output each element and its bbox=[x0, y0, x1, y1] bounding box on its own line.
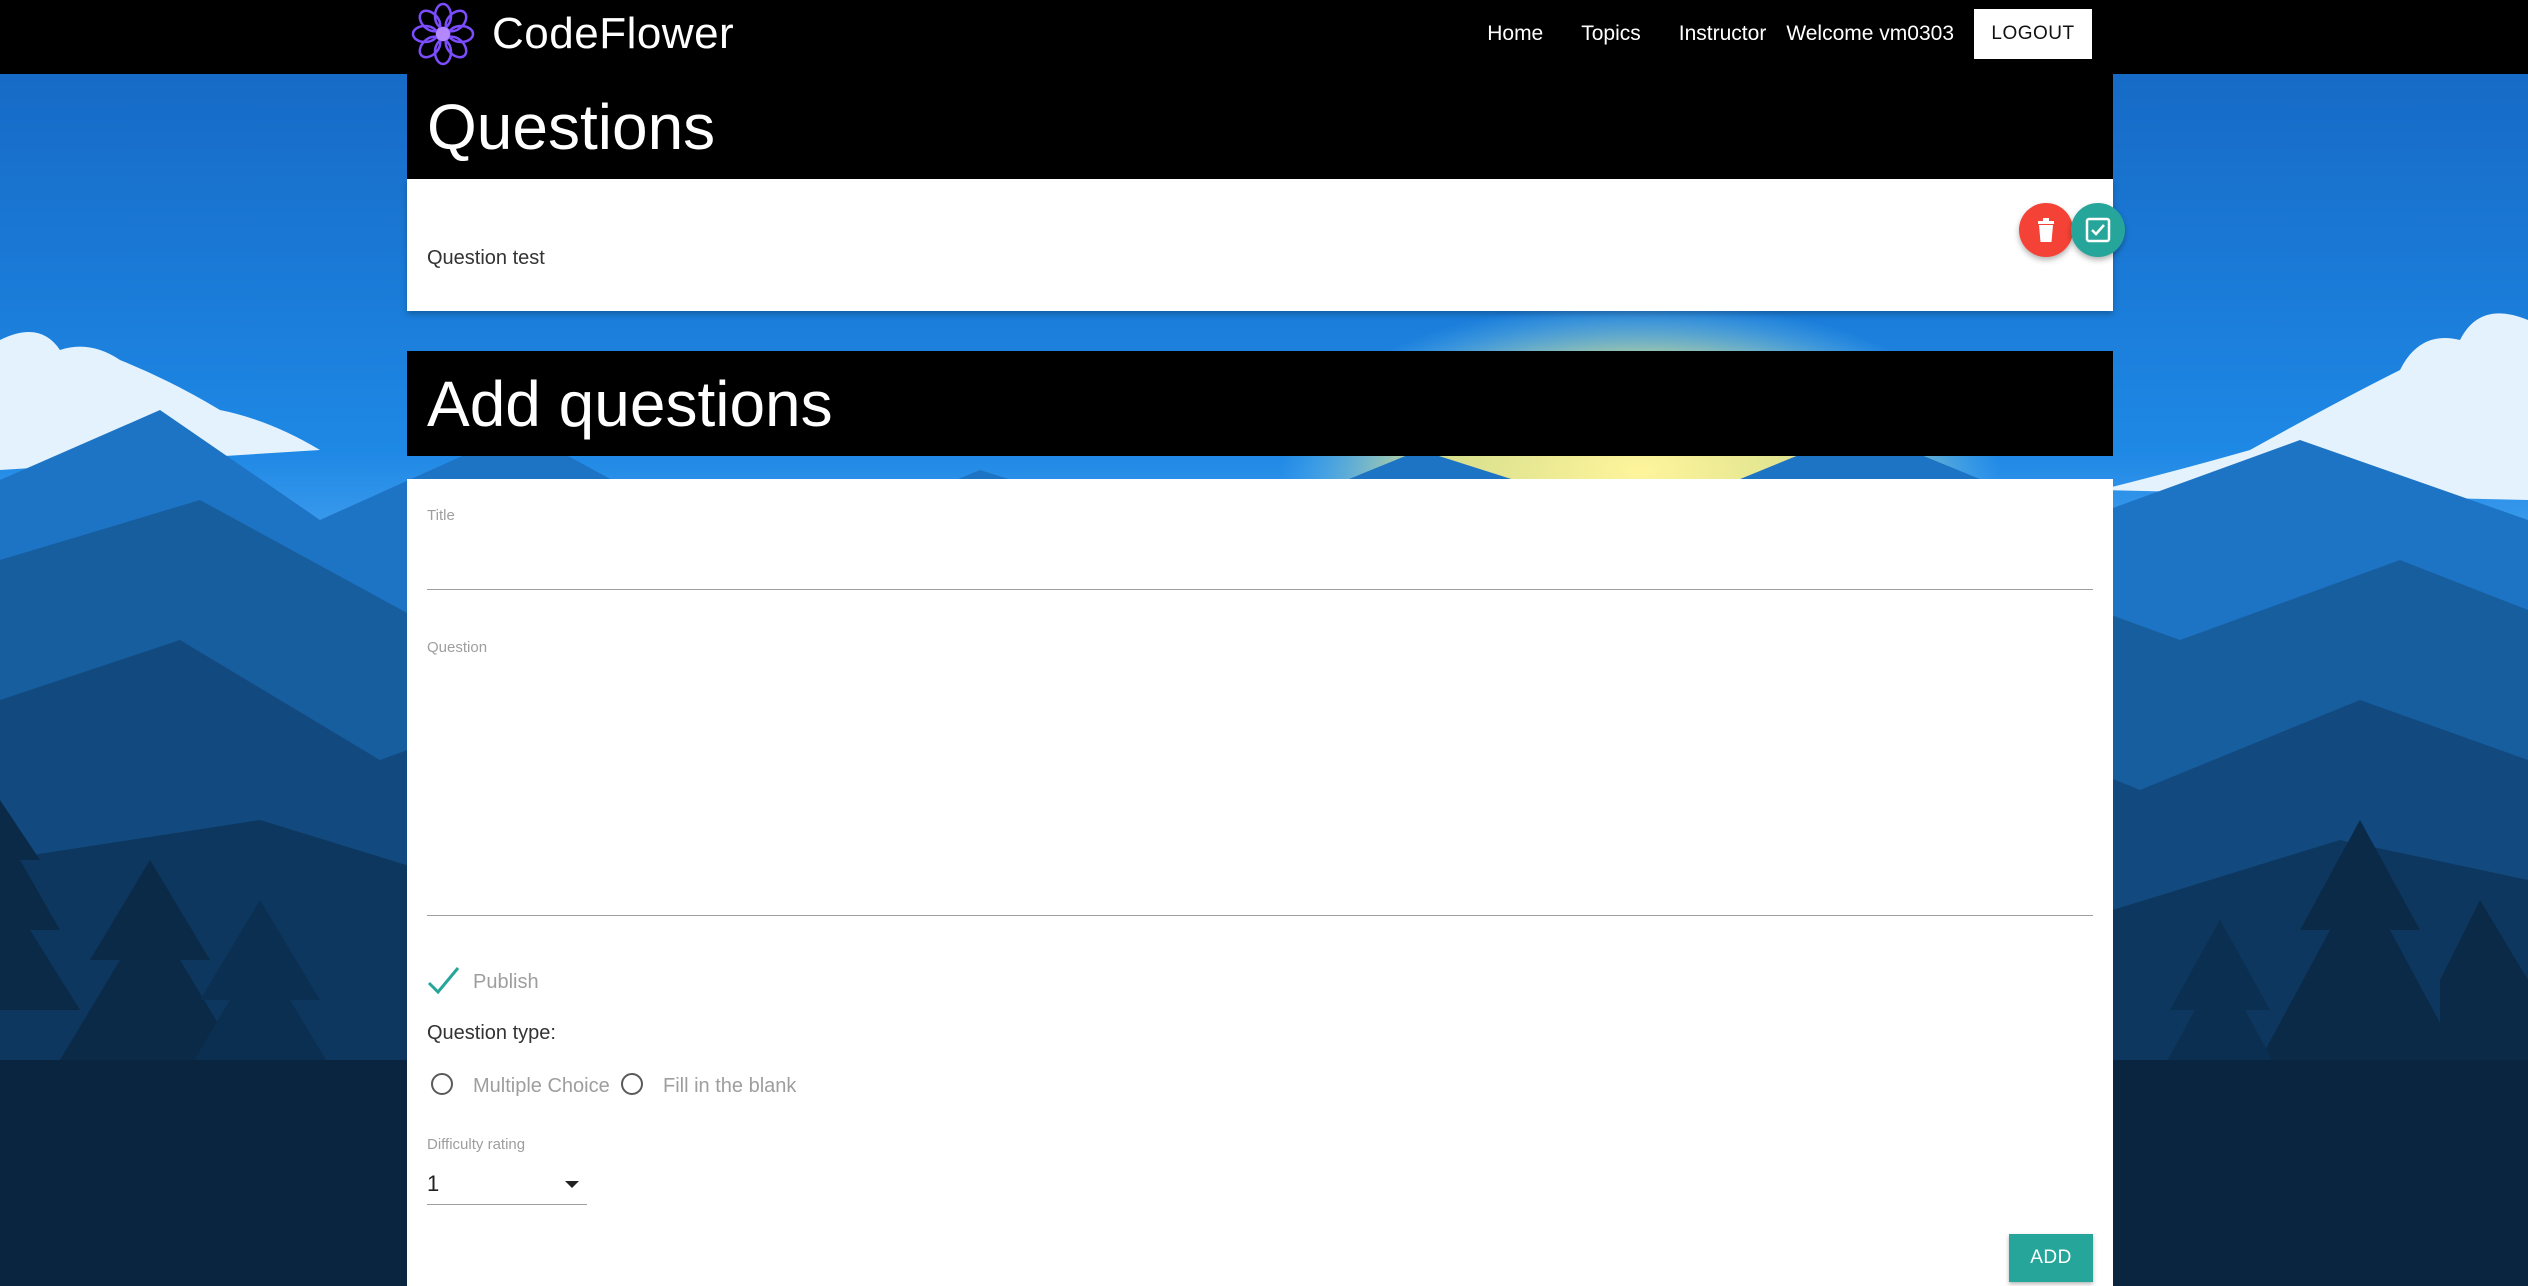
publish-checkbox[interactable] bbox=[427, 963, 461, 997]
add-question-button[interactable]: ADD bbox=[2009, 1234, 2093, 1282]
brand-name: CodeFlower bbox=[492, 9, 735, 58]
title-label: Title bbox=[427, 507, 455, 524]
caret-down-icon bbox=[565, 1181, 579, 1188]
radio-label-fill-in-the-blank[interactable]: Fill in the blank bbox=[663, 1075, 796, 1098]
logout-button[interactable]: LOGOUT bbox=[1974, 9, 2092, 59]
radio-multiple-choice[interactable] bbox=[431, 1073, 453, 1095]
difficulty-value: 1 bbox=[427, 1171, 440, 1196]
nav-home[interactable]: Home bbox=[1487, 22, 1543, 46]
trash-icon bbox=[2038, 218, 2054, 242]
radio-fill-in-the-blank[interactable] bbox=[621, 1073, 643, 1095]
flower-logo-icon bbox=[411, 2, 475, 66]
question-type-label: Question type: bbox=[427, 1022, 556, 1044]
question-underline bbox=[427, 915, 2093, 916]
title-input[interactable] bbox=[427, 527, 2093, 563]
question-item: Question test bbox=[407, 179, 2125, 311]
publish-question-button[interactable] bbox=[2071, 203, 2125, 257]
top-navbar: CodeFlower Home Topics Instructor Welcom… bbox=[0, 0, 2528, 74]
delete-question-button[interactable] bbox=[2019, 203, 2073, 257]
title-underline bbox=[427, 589, 2093, 590]
difficulty-label: Difficulty rating bbox=[427, 1136, 526, 1153]
add-questions-section: Add questions Title Question Publish Que… bbox=[407, 351, 2113, 1286]
add-question-form: Title Question Publish Question type: Mu… bbox=[407, 479, 2113, 1286]
question-title: Question test bbox=[427, 247, 545, 269]
brand-link[interactable]: CodeFlower bbox=[410, 0, 734, 68]
check-box-icon bbox=[2085, 217, 2111, 243]
welcome-text: Welcome vm0303 bbox=[1786, 22, 1954, 45]
questions-heading: Questions bbox=[407, 74, 2113, 179]
question-textarea[interactable] bbox=[427, 661, 2093, 891]
difficulty-select[interactable]: 1 bbox=[427, 1165, 587, 1205]
publish-label[interactable]: Publish bbox=[473, 971, 539, 994]
nav-topics[interactable]: Topics bbox=[1581, 22, 1641, 46]
nav-instructor[interactable]: Instructor bbox=[1679, 22, 1767, 46]
add-questions-heading: Add questions bbox=[407, 351, 2113, 456]
question-label: Question bbox=[427, 639, 488, 656]
radio-label-multiple-choice[interactable]: Multiple Choice bbox=[473, 1075, 610, 1098]
nav-menu: Home Topics Instructor Welcome vm0303 LO… bbox=[1449, 0, 2092, 68]
questions-section: Questions Question test bbox=[407, 74, 2125, 311]
